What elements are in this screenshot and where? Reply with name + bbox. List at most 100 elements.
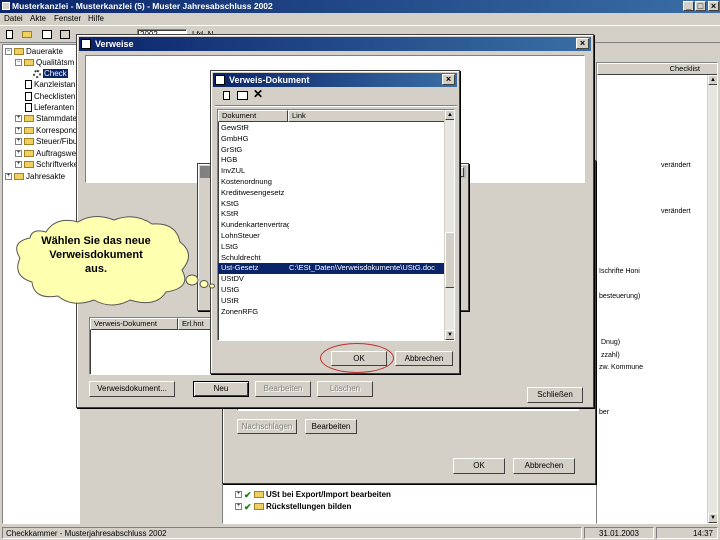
cell-dokument: UStR [221,295,239,305]
table-row[interactable]: GmbHG [218,134,446,145]
list-item[interactable]: + ✔ Rückstellungen bilden [235,501,351,512]
table-row[interactable]: UStG [218,285,446,296]
document-rows: GewStR GmbHG GrStG HGB InvZUL Kostenordnung Kr… [218,123,446,317]
open-folder-icon[interactable] [22,31,32,38]
list-item[interactable]: + ✔ USt bei Export/Import bearbeiten [235,489,391,500]
bearbeiten-button[interactable]: Bearbeiten [255,381,311,397]
nachschlagen-button[interactable]: Nachschlagen [237,419,297,434]
folder-icon [24,59,34,67]
callout-bubble [199,280,209,288]
cell-dokument: KStR [221,209,239,219]
tree-item[interactable]: +Schriftverkehr [15,159,79,170]
tree-item[interactable]: Lieferanten [25,102,74,113]
checklist-scrollbar[interactable]: ▲ ▼ [707,75,717,523]
main-maximize-icon[interactable]: □ [695,1,706,11]
table-row[interactable]: HGB [218,155,446,166]
cell-dokument: Schuldrecht [221,252,261,262]
window-icon [81,39,91,49]
table-row[interactable]: KStG [218,199,446,210]
document-list-scrollbar[interactable]: ▲ ▼ [444,110,454,340]
tree-root[interactable]: − Dauerakte [5,46,63,57]
scroll-down-icon[interactable]: ▼ [445,330,454,340]
tree-item[interactable]: Checklisten [25,91,75,102]
tree-icon[interactable] [42,30,52,39]
tree-item[interactable]: +Auftragswesen [15,148,79,159]
column-header-dokument[interactable]: Dokument [218,110,288,122]
close-icon[interactable]: × [442,74,455,85]
main-close-icon[interactable]: × [708,1,719,11]
table-row[interactable]: LohnSteuer [218,231,446,242]
tree-item[interactable]: Kanzleistan [25,79,75,90]
new-doc-icon[interactable] [6,30,13,39]
table-row[interactable]: InvZUL [218,166,446,177]
column-header-link[interactable]: Link [288,110,446,122]
collapse-icon[interactable]: − [15,59,22,67]
note-text: besteuerung) [599,293,641,300]
tree-item[interactable]: − Qualitätsm [15,57,74,68]
tree-item[interactable]: + Stammdaten [15,113,79,124]
schliessen-button[interactable]: Schließen [527,387,583,403]
delete-icon[interactable]: ✕ [253,88,263,100]
table-row[interactable]: Kostenordnung [218,177,446,188]
tree-item-check[interactable]: Check [33,68,68,79]
new-doc-icon[interactable] [223,91,230,100]
expand-icon[interactable]: + [235,491,242,499]
folder-icon [24,115,34,123]
table-row[interactable]: UStR [218,296,446,307]
status-time: 14:37 [656,527,718,539]
table-row[interactable]: KStR [218,209,446,220]
table-row[interactable]: GrStG [218,145,446,156]
verweisdokument-button[interactable]: Verweisdokument... [89,381,175,397]
cell-dokument: Kreditwesengesetz [221,187,285,197]
cell-dokument: ZonenRFG [221,306,259,316]
table-row[interactable]: ZonenRFG [218,307,446,318]
table-row[interactable]: Ust-Gesetz C:\ESt_Daten\Verweisdokumente\… [218,263,446,275]
table-row[interactable]: GewStR [218,123,446,134]
scroll-thumb[interactable] [445,232,454,288]
expand-icon[interactable]: + [235,503,242,511]
table-row[interactable]: LStG [218,242,446,253]
verweise-title: Verweise [95,39,134,49]
expand-icon[interactable]: + [15,161,22,169]
scroll-down-icon[interactable]: ▼ [708,513,717,523]
menu-hilfe[interactable]: Hilfe [88,13,104,25]
abbrechen-button[interactable]: Abbrechen [513,458,575,474]
column-header[interactable]: Verweis-Dokument [90,318,178,330]
expand-icon[interactable]: + [5,173,12,181]
note-text: Ischrifte Honi [599,268,640,275]
abbrechen-button[interactable]: Abbrechen [395,351,453,366]
folder-icon [24,138,34,146]
cell-dokument: Ust-Gesetz [221,263,259,273]
expand-icon[interactable]: + [15,127,22,135]
tree-jahresakte[interactable]: + Jahresakte [5,171,65,182]
close-icon[interactable]: × [576,38,589,49]
menu-fenster[interactable]: Fenster [54,13,81,25]
loeschen-button[interactable]: Löschen [317,381,373,397]
collapse-icon[interactable]: − [5,48,12,56]
table-row[interactable]: Kreditwesengesetz [218,188,446,199]
table-row[interactable]: Kundenkartenvertrag [218,220,446,231]
checklist-header[interactable]: Checklist [597,63,717,75]
main-minimize-icon[interactable]: _ [683,1,694,11]
expand-icon[interactable]: + [15,115,22,123]
tree-item[interactable]: + Steuer/Fibu [15,136,77,147]
expand-icon[interactable]: + [15,138,22,146]
verweis-dokument-titlebar: Verweis-Dokument × [213,73,457,87]
scroll-up-icon[interactable]: ▲ [708,75,717,85]
tree-item[interactable]: +Korrespondenz [15,125,79,136]
table-row[interactable]: UStDV [218,274,446,285]
note-text: Dnug) [601,339,621,346]
expand-icon[interactable]: + [15,150,22,158]
verweis-dokument-title: Verweis-Dokument [229,75,310,85]
bearbeiten-button[interactable]: Bearbeiten [305,419,357,434]
table-row[interactable]: Schuldrecht [218,253,446,264]
document-list[interactable]: Dokument Link GewStR GmbHG GrStG HGB InvZUL K… [217,109,455,341]
properties-icon[interactable] [237,91,248,100]
ok-button[interactable]: OK [453,458,505,474]
print-icon[interactable] [60,30,70,39]
scroll-up-icon[interactable]: ▲ [445,110,454,120]
neu-button[interactable]: Neu [193,381,249,397]
menu-akte[interactable]: Akte [30,13,46,25]
menu-datei[interactable]: Datei [4,13,23,25]
cell-dokument: GmbHG [221,133,249,143]
